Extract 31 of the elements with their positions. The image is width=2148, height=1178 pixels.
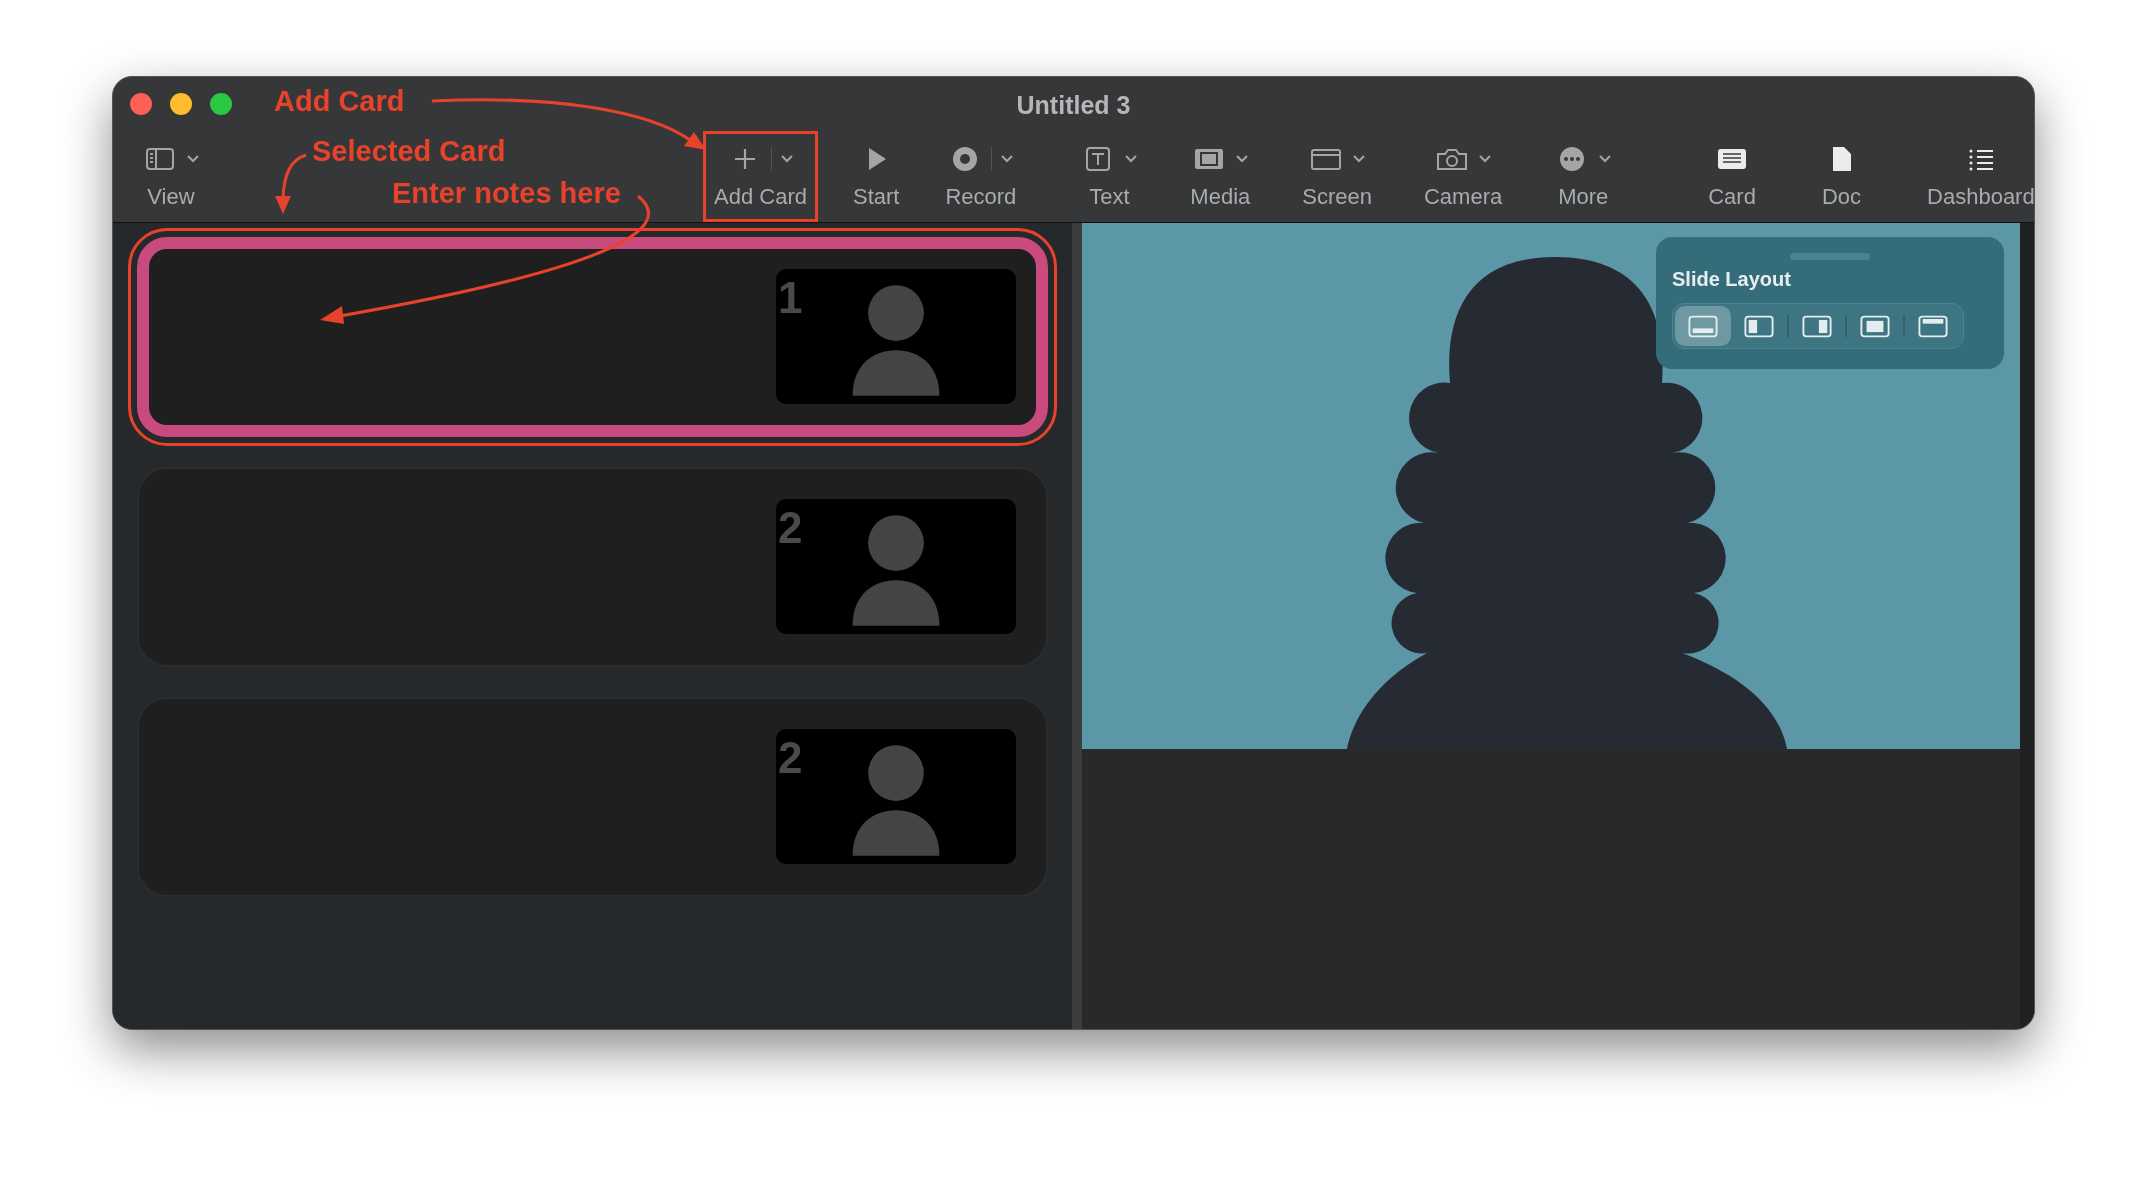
toolbar-button[interactable]: Record	[934, 131, 1028, 222]
minimize-button[interactable]	[170, 93, 192, 115]
close-button[interactable]	[130, 93, 152, 115]
layout-icon	[1688, 314, 1718, 338]
card-number: 2	[778, 503, 803, 553]
layout-option[interactable]	[1675, 306, 1731, 346]
panel-title: Slide Layout	[1672, 268, 1791, 291]
zoom-button[interactable]	[210, 93, 232, 115]
annotation-label: Selected Card	[312, 135, 506, 168]
toolbar-button[interactable]: Card	[1697, 131, 1767, 222]
toolbar-button[interactable]: Dashboard	[1916, 131, 2034, 222]
toolbar-button[interactable]: Add Card	[703, 131, 818, 222]
window-title: Untitled 3	[1016, 91, 1131, 120]
layout-icon	[1744, 314, 1774, 338]
layout-icon	[1860, 314, 1890, 338]
toolbar-button[interactable]: View	[131, 131, 211, 222]
toolbar-button[interactable]: Camera	[1413, 131, 1514, 222]
toolbar-button[interactable]: Text	[1069, 131, 1150, 222]
layout-icon	[1802, 314, 1832, 338]
annotation-label: Add Card	[274, 85, 405, 118]
annotation-label: Enter notes here	[392, 177, 621, 210]
toolbar-button[interactable]: Start	[841, 131, 911, 222]
card-number: 1	[778, 273, 803, 323]
toolbar-button[interactable]: More	[1543, 131, 1624, 222]
toolbar-button[interactable]: Doc	[1810, 131, 1873, 222]
drag-handle[interactable]	[1790, 253, 1870, 260]
card-number: 2	[778, 733, 803, 783]
annotation-arrow	[275, 153, 307, 214]
layout-icon	[1918, 314, 1948, 338]
toolbar-button[interactable]: Screen	[1291, 131, 1383, 222]
toolbar-button[interactable]: Media	[1179, 131, 1262, 222]
